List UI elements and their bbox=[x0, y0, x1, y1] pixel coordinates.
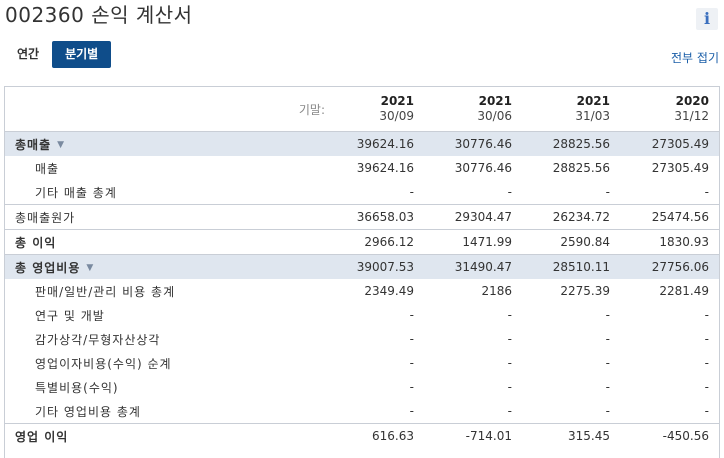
table-cell: - bbox=[507, 308, 512, 322]
chevron-down-icon[interactable]: ▼ bbox=[86, 263, 94, 273]
table-cell: - bbox=[704, 380, 709, 394]
table-cell: - bbox=[325, 399, 424, 424]
row-label[interactable]: 총 영업비용 ▼ bbox=[5, 254, 325, 279]
table-cell: 616.63 bbox=[372, 429, 414, 443]
period-header: 2021 30/09 bbox=[325, 87, 424, 132]
table-cell: 39624.16 bbox=[325, 131, 424, 156]
table-row: 매출 39624.16 30776.46 28825.56 27305.49 bbox=[5, 156, 719, 180]
table-row: 기타 영업비용 총계 - - - - bbox=[5, 399, 719, 424]
tab-annual[interactable]: 연간 bbox=[4, 41, 52, 68]
table-cell: - bbox=[620, 399, 719, 424]
table-cell: - bbox=[409, 332, 414, 346]
table-cell: 25474.56 bbox=[620, 204, 719, 230]
table-cell: - bbox=[507, 380, 512, 394]
page-title: 002360 손익 계산서 bbox=[5, 3, 193, 27]
table-row: 연구 및 개발 - - - - bbox=[5, 303, 719, 327]
income-statement-table: 기말: 2021 30/09 2021 30/06 2021 31/03 2020 31… bbox=[4, 86, 720, 458]
table-cell: - bbox=[522, 399, 620, 424]
row-label: 연구 및 개발 bbox=[35, 308, 105, 323]
collapse-all-link[interactable]: 전부 접기 bbox=[671, 49, 719, 66]
table-cell: - bbox=[424, 180, 522, 205]
table-cell: - bbox=[605, 380, 610, 394]
period-header: 2021 30/06 bbox=[424, 87, 522, 132]
row-label: 매출 bbox=[35, 161, 60, 176]
table-cell: - bbox=[605, 332, 610, 346]
table-cell: - bbox=[620, 180, 719, 205]
table-cell: 2275.39 bbox=[560, 284, 610, 298]
table-cell: 30776.46 bbox=[454, 161, 512, 175]
table-cell: - bbox=[605, 356, 610, 370]
row-label: 기타 매출 총계 bbox=[5, 180, 325, 205]
table-cell: 2966.12 bbox=[364, 235, 414, 249]
period-end-label: 기말: bbox=[5, 87, 325, 132]
table-cell: - bbox=[409, 356, 414, 370]
table-cell: 27756.06 bbox=[620, 254, 719, 279]
row-label: 영업 이익 bbox=[15, 429, 69, 444]
table-row: 판매/일반/관리 비용 총계 2349.49 2186 2275.39 2281… bbox=[5, 279, 719, 303]
table-cell: 29304.47 bbox=[424, 204, 522, 230]
table-header-row: 기말: 2021 30/09 2021 30/06 2021 31/03 2020 31… bbox=[5, 87, 719, 132]
table-cell: - bbox=[424, 399, 522, 424]
row-label: 감가상각/무형자산상각 bbox=[35, 332, 161, 347]
table-row-total-operating-expenses[interactable]: 총 영업비용 ▼ 39007.53 31490.47 28510.11 27756… bbox=[5, 254, 719, 279]
table-row: 영업 이익 616.63 -714.01 315.45 -450.56 bbox=[5, 424, 719, 449]
table-cell: - bbox=[704, 332, 709, 346]
row-label: 특별비용(수익) bbox=[35, 380, 119, 395]
info-icon[interactable]: i bbox=[696, 8, 718, 30]
table-row: 영업이자비용(수익) 순계 - - - - bbox=[5, 351, 719, 375]
table-cell: - bbox=[522, 180, 620, 205]
table-cell: -714.01 bbox=[465, 429, 512, 443]
row-label: 기타 영업비용 총계 bbox=[5, 399, 325, 424]
table-cell: 28825.56 bbox=[552, 161, 610, 175]
table-cell: 30776.46 bbox=[424, 131, 522, 156]
table-row: 총매출원가 36658.03 29304.47 26234.72 25474.5… bbox=[5, 204, 719, 230]
row-label: 영업이자비용(수익) 순계 bbox=[35, 356, 172, 371]
table-cell: 28825.56 bbox=[522, 131, 620, 156]
table-row: 총 이익 2966.12 1471.99 2590.84 1830.93 bbox=[5, 230, 719, 255]
chevron-down-icon[interactable]: ▼ bbox=[57, 140, 65, 150]
table-cell: 36658.03 bbox=[325, 204, 424, 230]
table-cell: 315.45 bbox=[568, 429, 610, 443]
table-cell: - bbox=[605, 308, 610, 322]
table-cell: 26234.72 bbox=[522, 204, 620, 230]
table-row: 특별비용(수익) - - - - bbox=[5, 375, 719, 399]
period-tabs: 연간 분기별 bbox=[4, 41, 112, 68]
table-cell: 2186 bbox=[481, 284, 512, 298]
table-cell: - bbox=[409, 380, 414, 394]
table-cell: 2281.49 bbox=[659, 284, 709, 298]
table-cell: - bbox=[409, 308, 414, 322]
table-cell: 27305.49 bbox=[620, 131, 719, 156]
table-row-total-revenue[interactable]: 총매출 ▼ 39624.16 30776.46 28825.56 27305.49 bbox=[5, 131, 719, 156]
row-label: 총 이익 bbox=[15, 235, 57, 250]
table-cell: 1830.93 bbox=[659, 235, 709, 249]
row-label[interactable]: 총매출 ▼ bbox=[5, 131, 325, 156]
table-cell: 2590.84 bbox=[560, 235, 610, 249]
row-label: 판매/일반/관리 비용 총계 bbox=[35, 284, 176, 299]
table-cell: 1471.99 bbox=[462, 235, 512, 249]
table-cell: - bbox=[507, 356, 512, 370]
table-cell: -450.56 bbox=[662, 429, 709, 443]
table-cell: - bbox=[704, 308, 709, 322]
tab-quarterly[interactable]: 분기별 bbox=[52, 41, 112, 68]
table-cell: 31490.47 bbox=[424, 254, 522, 279]
period-header: 2020 31/12 bbox=[620, 87, 719, 132]
table-cell: 39624.16 bbox=[356, 161, 414, 175]
table-cell: 39007.53 bbox=[325, 254, 424, 279]
table-cell: 27305.49 bbox=[651, 161, 709, 175]
period-header: 2021 31/03 bbox=[522, 87, 620, 132]
table-cell: - bbox=[325, 180, 424, 205]
table-cell: 28510.11 bbox=[522, 254, 620, 279]
table-cell: - bbox=[507, 332, 512, 346]
table-cell: 2349.49 bbox=[364, 284, 414, 298]
table-row: 감가상각/무형자산상각 - - - - bbox=[5, 327, 719, 351]
table-row: 기타 매출 총계 - - - - bbox=[5, 180, 719, 205]
row-label: 총매출원가 bbox=[5, 204, 325, 230]
table-cell: - bbox=[704, 356, 709, 370]
